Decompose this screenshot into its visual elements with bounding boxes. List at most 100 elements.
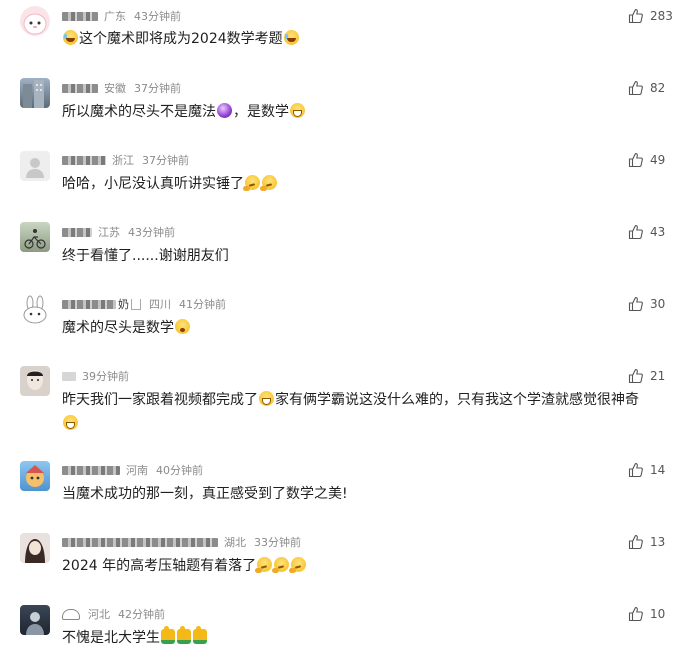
timestamp: 39分钟前 xyxy=(82,370,129,383)
masked-username[interactable] xyxy=(62,155,106,165)
thumbs-up-icon xyxy=(628,80,643,96)
comment-meta: 39分钟前 xyxy=(62,368,129,384)
comment-meta: 奶 四川 41分钟前 xyxy=(62,296,226,312)
region-label: 浙江 xyxy=(112,154,134,167)
comment-text: 魔术的尽头是数学 xyxy=(62,316,662,340)
region-label: 湖北 xyxy=(224,536,246,549)
thumbs-up-emoji-icon xyxy=(161,626,175,644)
masked-username[interactable] xyxy=(62,465,120,475)
region-label: 江苏 xyxy=(98,226,120,239)
thumbs-up-icon xyxy=(628,462,643,478)
timestamp: 33分钟前 xyxy=(254,536,301,549)
username-tail: 奶 xyxy=(118,298,129,311)
comment-text: 所以魔术的尽头不是魔法 ，是数学 xyxy=(62,100,662,124)
thinking-emoji-icon xyxy=(243,175,260,191)
masked-username[interactable] xyxy=(62,299,116,309)
comment-text: 2024 年的高考压轴题有着落了 xyxy=(62,554,662,578)
cyclist-photo-icon xyxy=(24,229,46,249)
like-count: 10 xyxy=(650,607,666,621)
comment-meta: 浙江 37分钟前 xyxy=(62,152,189,168)
masked-username[interactable] xyxy=(62,11,98,21)
comment-meta: 安徽 37分钟前 xyxy=(62,80,181,96)
building-photo-icon xyxy=(23,80,44,108)
default-user-icon xyxy=(26,158,44,178)
like-count: 21 xyxy=(650,369,666,383)
comment-text: 当魔术成功的那一刻，真正感受到了数学之美! xyxy=(62,486,348,502)
comment-text: 昨天我们一家跟着视频都完成了 家有俩学霸说这没什么难的，只有我这个学渣就感觉很神奇 xyxy=(62,388,662,436)
grin-emoji-icon xyxy=(63,415,78,430)
like-count: 283 xyxy=(650,9,673,23)
like-button[interactable]: 82 xyxy=(628,78,665,98)
pink-bunny-icon xyxy=(23,13,47,35)
cartoon-character-icon xyxy=(26,465,44,487)
masked-username[interactable] xyxy=(62,83,98,93)
grin-emoji-icon xyxy=(290,103,305,118)
like-button[interactable]: 10 xyxy=(628,604,665,624)
timestamp: 43分钟前 xyxy=(134,10,181,23)
comment-meta: 河北 42分钟前 xyxy=(62,606,165,622)
region-label: 安徽 xyxy=(104,82,126,95)
like-button[interactable]: 43 xyxy=(628,222,665,242)
masked-username[interactable] xyxy=(62,537,218,547)
thinking-emoji-icon xyxy=(255,557,273,573)
masked-username[interactable] xyxy=(62,227,92,237)
thumbs-up-emoji-icon xyxy=(193,626,207,644)
thinking-emoji-icon xyxy=(272,557,290,573)
region-label: 河北 xyxy=(88,608,110,621)
like-button[interactable]: 21 xyxy=(628,366,665,386)
shocked-emoji-icon xyxy=(175,319,190,334)
avatar[interactable] xyxy=(20,78,50,108)
laugh-emoji-icon xyxy=(63,30,78,45)
thinking-emoji-icon xyxy=(289,557,307,573)
like-button[interactable]: 283 xyxy=(628,6,673,26)
avatar[interactable] xyxy=(20,295,50,325)
timestamp: 37分钟前 xyxy=(134,82,181,95)
avatar[interactable] xyxy=(20,461,50,491)
like-button[interactable]: 14 xyxy=(628,460,665,480)
comment-meta: 江苏 43分钟前 xyxy=(62,224,175,240)
like-count: 14 xyxy=(650,463,666,477)
masked-username[interactable] xyxy=(62,371,76,381)
like-count: 13 xyxy=(650,535,666,549)
avatar[interactable] xyxy=(20,222,50,252)
thumbs-up-icon xyxy=(628,606,643,622)
crystal-ball-emoji-icon xyxy=(217,103,232,118)
thumbs-up-icon xyxy=(628,8,643,24)
avatar[interactable] xyxy=(20,6,50,36)
timestamp: 43分钟前 xyxy=(128,226,175,239)
thumbs-up-icon xyxy=(628,152,643,168)
thumbs-up-icon xyxy=(628,296,643,312)
comment-text: 终于看懂了......谢谢朋友们 xyxy=(62,248,229,264)
like-count: 30 xyxy=(650,297,666,311)
username-glyph-icon[interactable] xyxy=(62,608,80,620)
like-count: 82 xyxy=(650,81,666,95)
avatar[interactable] xyxy=(20,366,50,396)
cup-icon xyxy=(131,298,141,310)
like-button[interactable]: 49 xyxy=(628,150,665,170)
laugh-emoji-icon xyxy=(283,30,299,45)
like-count: 49 xyxy=(650,153,666,167)
avatar[interactable] xyxy=(20,605,50,635)
thumbs-up-icon xyxy=(628,224,643,240)
comment-text: 不愧是北大学生 xyxy=(62,626,662,650)
timestamp: 37分钟前 xyxy=(142,154,189,167)
like-count: 43 xyxy=(650,225,666,239)
thumbs-up-icon xyxy=(628,368,643,384)
avatar[interactable] xyxy=(20,151,50,181)
like-button[interactable]: 30 xyxy=(628,294,665,314)
thumbs-up-icon xyxy=(628,534,643,550)
comment-text: 哈哈，小尼没认真听讲实锤了 xyxy=(62,172,662,196)
man-portrait-icon xyxy=(27,370,43,390)
avatar[interactable] xyxy=(20,533,50,563)
thinking-emoji-icon xyxy=(260,175,277,191)
dark-figure-icon xyxy=(26,612,44,635)
comment-meta: 湖北 33分钟前 xyxy=(62,534,301,550)
girl-photo-icon xyxy=(25,539,45,563)
like-button[interactable]: 13 xyxy=(628,532,665,552)
comment-meta: 广东 43分钟前 xyxy=(62,8,181,24)
grin-emoji-icon xyxy=(259,391,274,406)
white-rabbit-icon xyxy=(23,295,47,324)
timestamp: 41分钟前 xyxy=(179,298,226,311)
region-label: 河南 xyxy=(126,464,148,477)
timestamp: 42分钟前 xyxy=(118,608,165,621)
